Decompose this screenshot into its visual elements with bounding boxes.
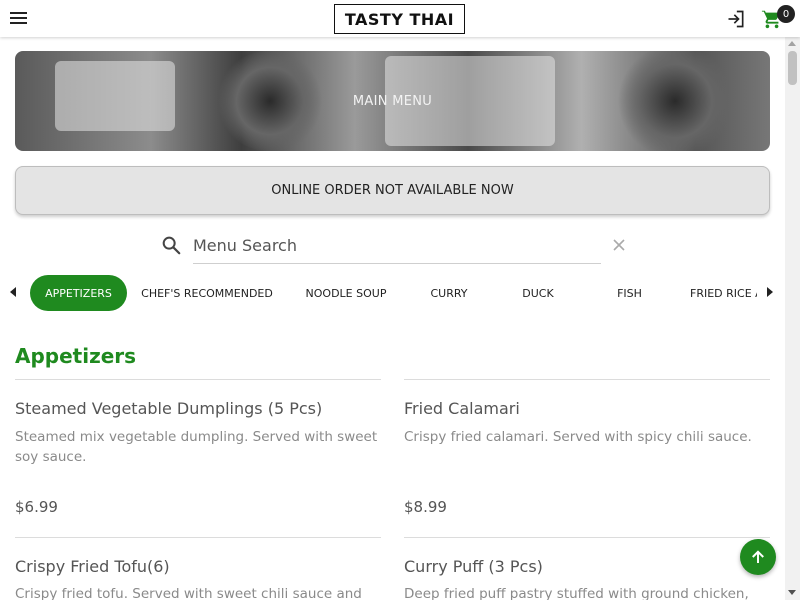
- category-tab-appetizers[interactable]: APPETIZERS: [30, 275, 127, 311]
- divider: [404, 537, 770, 538]
- top-navigation-bar: TASTY THAI 0: [0, 0, 800, 37]
- divider: [404, 379, 770, 380]
- menu-item-name[interactable]: Curry Puff (3 Pcs): [404, 557, 543, 576]
- online-order-status-button[interactable]: ONLINE ORDER NOT AVAILABLE NOW: [15, 166, 770, 215]
- category-tab-duck[interactable]: DUCK: [508, 275, 568, 311]
- arrow-up-icon: [752, 550, 764, 563]
- category-tab-chefs-recommended[interactable]: CHEF'S RECOMMENDED: [137, 275, 277, 311]
- category-scroll-left-icon[interactable]: [10, 287, 16, 297]
- category-tabs: APPETIZERS CHEF'S RECOMMENDED NOODLE SOU…: [22, 273, 757, 313]
- menu-item-description: Crispy fried tofu. Served with sweet chi…: [15, 586, 362, 600]
- logo[interactable]: TASTY THAI: [334, 4, 465, 34]
- divider: [15, 379, 381, 380]
- menu-item-description: Crispy fried calamari. Served with spicy…: [404, 429, 752, 445]
- menu-item-name[interactable]: Crispy Fried Tofu(6): [15, 557, 170, 576]
- menu-item-price: $8.99: [404, 498, 447, 516]
- menu-search-input[interactable]: [193, 228, 601, 264]
- divider: [15, 537, 381, 538]
- category-tab-fish[interactable]: FISH: [602, 275, 657, 311]
- menu-item-description: Steamed mix vegetable dumpling. Served w…: [15, 429, 378, 465]
- cart-count-badge: 0: [777, 5, 795, 23]
- hamburger-icon[interactable]: [10, 12, 27, 25]
- category-tab-curry[interactable]: CURRY: [415, 275, 483, 311]
- menu-item-description: Deep fried puff pastry stuffed with grou…: [404, 586, 749, 600]
- category-scroll-right-icon[interactable]: [767, 287, 773, 297]
- menu-item-price: $6.99: [15, 498, 58, 516]
- login-icon[interactable]: [726, 9, 746, 29]
- category-tab-fried-rice[interactable]: FRIED RICE A: [690, 275, 757, 311]
- search-icon[interactable]: [160, 234, 182, 256]
- scroll-down-icon[interactable]: [788, 590, 796, 595]
- menu-item-name[interactable]: Steamed Vegetable Dumplings (5 Pcs): [15, 399, 322, 418]
- scroll-up-icon[interactable]: [788, 41, 796, 46]
- close-icon[interactable]: [611, 237, 627, 253]
- page-scrollbar[interactable]: [785, 37, 800, 600]
- menu-item-name[interactable]: Fried Calamari: [404, 399, 520, 418]
- banner-title: MAIN MENU: [352, 93, 433, 109]
- back-to-top-button[interactable]: [740, 539, 776, 575]
- category-tab-noodle-soup[interactable]: NOODLE SOUP: [292, 275, 400, 311]
- section-title: Appetizers: [15, 344, 137, 368]
- scrollbar-thumb[interactable]: [788, 51, 797, 85]
- main-menu-banner: MAIN MENU: [15, 51, 770, 151]
